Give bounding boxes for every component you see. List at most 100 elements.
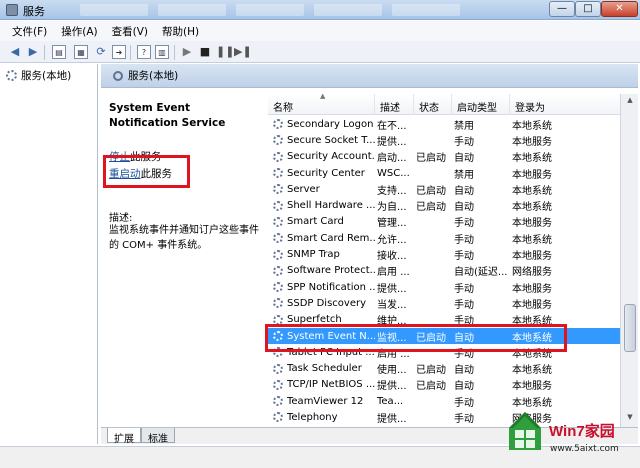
cell-startup-type: 手动 — [454, 234, 474, 246]
table-row[interactable]: Security Center WSC... 禁用 本地服务 — [268, 165, 620, 181]
cell-name: Smart Card Rem... — [268, 233, 375, 244]
table-row[interactable]: Smart Card Rem... 允许... 手动 本地系统 — [268, 230, 620, 246]
cell-startup-type: 手动 — [454, 413, 474, 425]
cell-name: Security Center — [268, 168, 375, 179]
watermark-url: www.5aixt.com — [550, 444, 619, 454]
cell-name: Task Scheduler — [268, 363, 375, 374]
start-service-icon[interactable]: ▶ — [180, 45, 194, 59]
back-arrow-icon[interactable]: ◀ — [8, 45, 22, 59]
pause-service-icon[interactable]: ❚❚ — [216, 45, 234, 59]
forward-arrow-icon[interactable]: ▶ — [26, 45, 40, 59]
scroll-thumb[interactable] — [624, 304, 636, 352]
service-detail-pane: System Event Notification Service 停止此服务 … — [101, 89, 267, 427]
service-gear-icon — [273, 396, 283, 407]
minimize-button[interactable]: — — [549, 1, 575, 17]
cell-name: SNMP Trap — [268, 249, 375, 260]
close-button[interactable]: ✕ — [601, 1, 638, 17]
table-row[interactable]: SSDP Discovery 当发... 手动 本地服务 — [268, 295, 620, 311]
scroll-up-icon[interactable]: ▲ — [624, 96, 636, 108]
cell-startup-type: 手动 — [454, 136, 474, 148]
table-row[interactable]: SNMP Trap 接收... 手动 本地服务 — [268, 246, 620, 262]
table-row[interactable]: Smart Card 管理... 手动 本地服务 — [268, 214, 620, 230]
tab-standard[interactable]: 标准 — [141, 428, 175, 445]
help-icon[interactable]: ? — [137, 45, 151, 59]
tab-extended[interactable]: 扩展 — [107, 428, 141, 445]
show-hide-icon[interactable]: ▥ — [155, 45, 169, 59]
cell-description: 使用... — [377, 365, 407, 377]
menu-bar: 文件(F) 操作(A) 查看(V) 帮助(H) — [0, 21, 640, 41]
table-row[interactable]: Secondary Logon 在不... 禁用 本地系统 — [268, 116, 620, 132]
cell-name: Server — [268, 184, 375, 195]
cell-startup-type: 自动 — [454, 202, 474, 214]
column-log-on-as[interactable]: 登录为 — [510, 94, 620, 115]
description-label: 描述: — [109, 213, 133, 224]
cell-name: Secure Socket T... — [268, 135, 375, 146]
cell-log-on-as: 本地服务 — [512, 283, 552, 295]
export-list-icon[interactable]: ➜ — [112, 45, 126, 59]
menu-help[interactable]: 帮助(H) — [162, 24, 199, 39]
column-status[interactable]: 状态 — [414, 94, 452, 115]
column-startup-type[interactable]: 启动类型 — [452, 94, 510, 115]
service-gear-icon — [273, 249, 283, 260]
watermark-brand: Win7家园 — [549, 423, 615, 440]
pane-header-title: 服务(本地) — [128, 70, 179, 82]
watermark: Win7家园 www.5aixt.com — [505, 406, 637, 464]
title-bar: 服务 — □ ✕ — [0, 0, 640, 20]
service-gear-icon — [273, 216, 283, 227]
service-gear-icon — [273, 151, 283, 162]
cell-name: Telephony — [268, 412, 375, 423]
service-gear-icon — [273, 298, 283, 309]
table-row[interactable]: Server 支持... 已启动 自动 本地系统 — [268, 181, 620, 197]
menu-view[interactable]: 查看(V) — [112, 24, 148, 39]
toolbar-separator — [130, 45, 131, 60]
cell-startup-type: 自动(延迟... — [454, 267, 508, 279]
cell-startup-type: 禁用 — [454, 120, 474, 132]
cell-name: Shell Hardware ... — [268, 200, 375, 211]
window-title: 服务 — [23, 5, 45, 18]
stop-service-icon[interactable]: ■ — [198, 45, 212, 59]
cell-log-on-as: 本地服务 — [512, 299, 552, 311]
cell-log-on-as: 网络服务 — [512, 267, 552, 279]
cell-log-on-as: 本地服务 — [512, 218, 552, 230]
table-row[interactable]: Secure Socket T... 提供... 手动 本地服务 — [268, 132, 620, 148]
cell-description: 为自... — [377, 202, 407, 214]
cell-startup-type: 自动 — [454, 185, 474, 197]
cell-log-on-as: 本地系统 — [512, 234, 552, 246]
table-row[interactable]: Shell Hardware ... 为自... 已启动 自动 本地系统 — [268, 197, 620, 213]
column-description[interactable]: 描述 — [375, 94, 414, 115]
menu-action[interactable]: 操作(A) — [61, 24, 97, 39]
cell-description: 提供... — [377, 413, 407, 425]
service-gear-icon — [273, 282, 283, 293]
cell-name: SPP Notification ... — [268, 282, 375, 293]
service-gear-icon — [273, 379, 283, 390]
table-row[interactable]: Task Scheduler 使用... 已启动 自动 本地系统 — [268, 360, 620, 376]
list-header: 名称 ▲ 描述 状态 启动类型 登录为 — [268, 94, 620, 115]
menu-file[interactable]: 文件(F) — [12, 24, 47, 39]
cell-name: TCP/IP NetBIOS ... — [268, 379, 375, 390]
cell-log-on-as: 本地系统 — [512, 185, 552, 197]
tree-node-services-local[interactable]: 服务(本地) — [6, 68, 71, 83]
table-row[interactable]: TCP/IP NetBIOS ... 提供... 已启动 自动 本地服务 — [268, 377, 620, 393]
table-row[interactable]: Software Protect... 启用 ... 自动(延迟... 网络服务 — [268, 263, 620, 279]
search-icon — [113, 70, 123, 81]
cell-log-on-as: 本地系统 — [512, 120, 552, 132]
table-row[interactable]: SPP Notification ... 提供... 手动 本地服务 — [268, 279, 620, 295]
maximize-button[interactable]: □ — [575, 1, 601, 17]
cell-startup-type: 手动 — [454, 218, 474, 230]
vertical-scrollbar[interactable]: ▲ ▼ — [620, 94, 638, 427]
properties-icon[interactable]: ▦ — [74, 45, 88, 59]
cell-log-on-as: 本地系统 — [512, 365, 552, 377]
tree-node-label: 服务(本地) — [21, 70, 72, 82]
cell-name: TeamViewer 12 — [268, 396, 375, 407]
console-tree-icon[interactable]: ▤ — [52, 45, 66, 59]
refresh-icon[interactable]: ⟳ — [94, 45, 108, 59]
cell-startup-type: 自动 — [454, 365, 474, 377]
column-name[interactable]: 名称 ▲ — [268, 94, 375, 115]
restart-service-icon[interactable]: ▶❚ — [234, 45, 252, 59]
cell-name: Smart Card — [268, 216, 375, 227]
cell-startup-type: 手动 — [454, 397, 474, 409]
toolbar-separator — [44, 45, 45, 60]
table-row[interactable]: Security Account... 启动... 已启动 自动 本地系统 — [268, 149, 620, 165]
service-gear-icon — [273, 265, 283, 276]
cell-status: 已启动 — [416, 185, 446, 197]
